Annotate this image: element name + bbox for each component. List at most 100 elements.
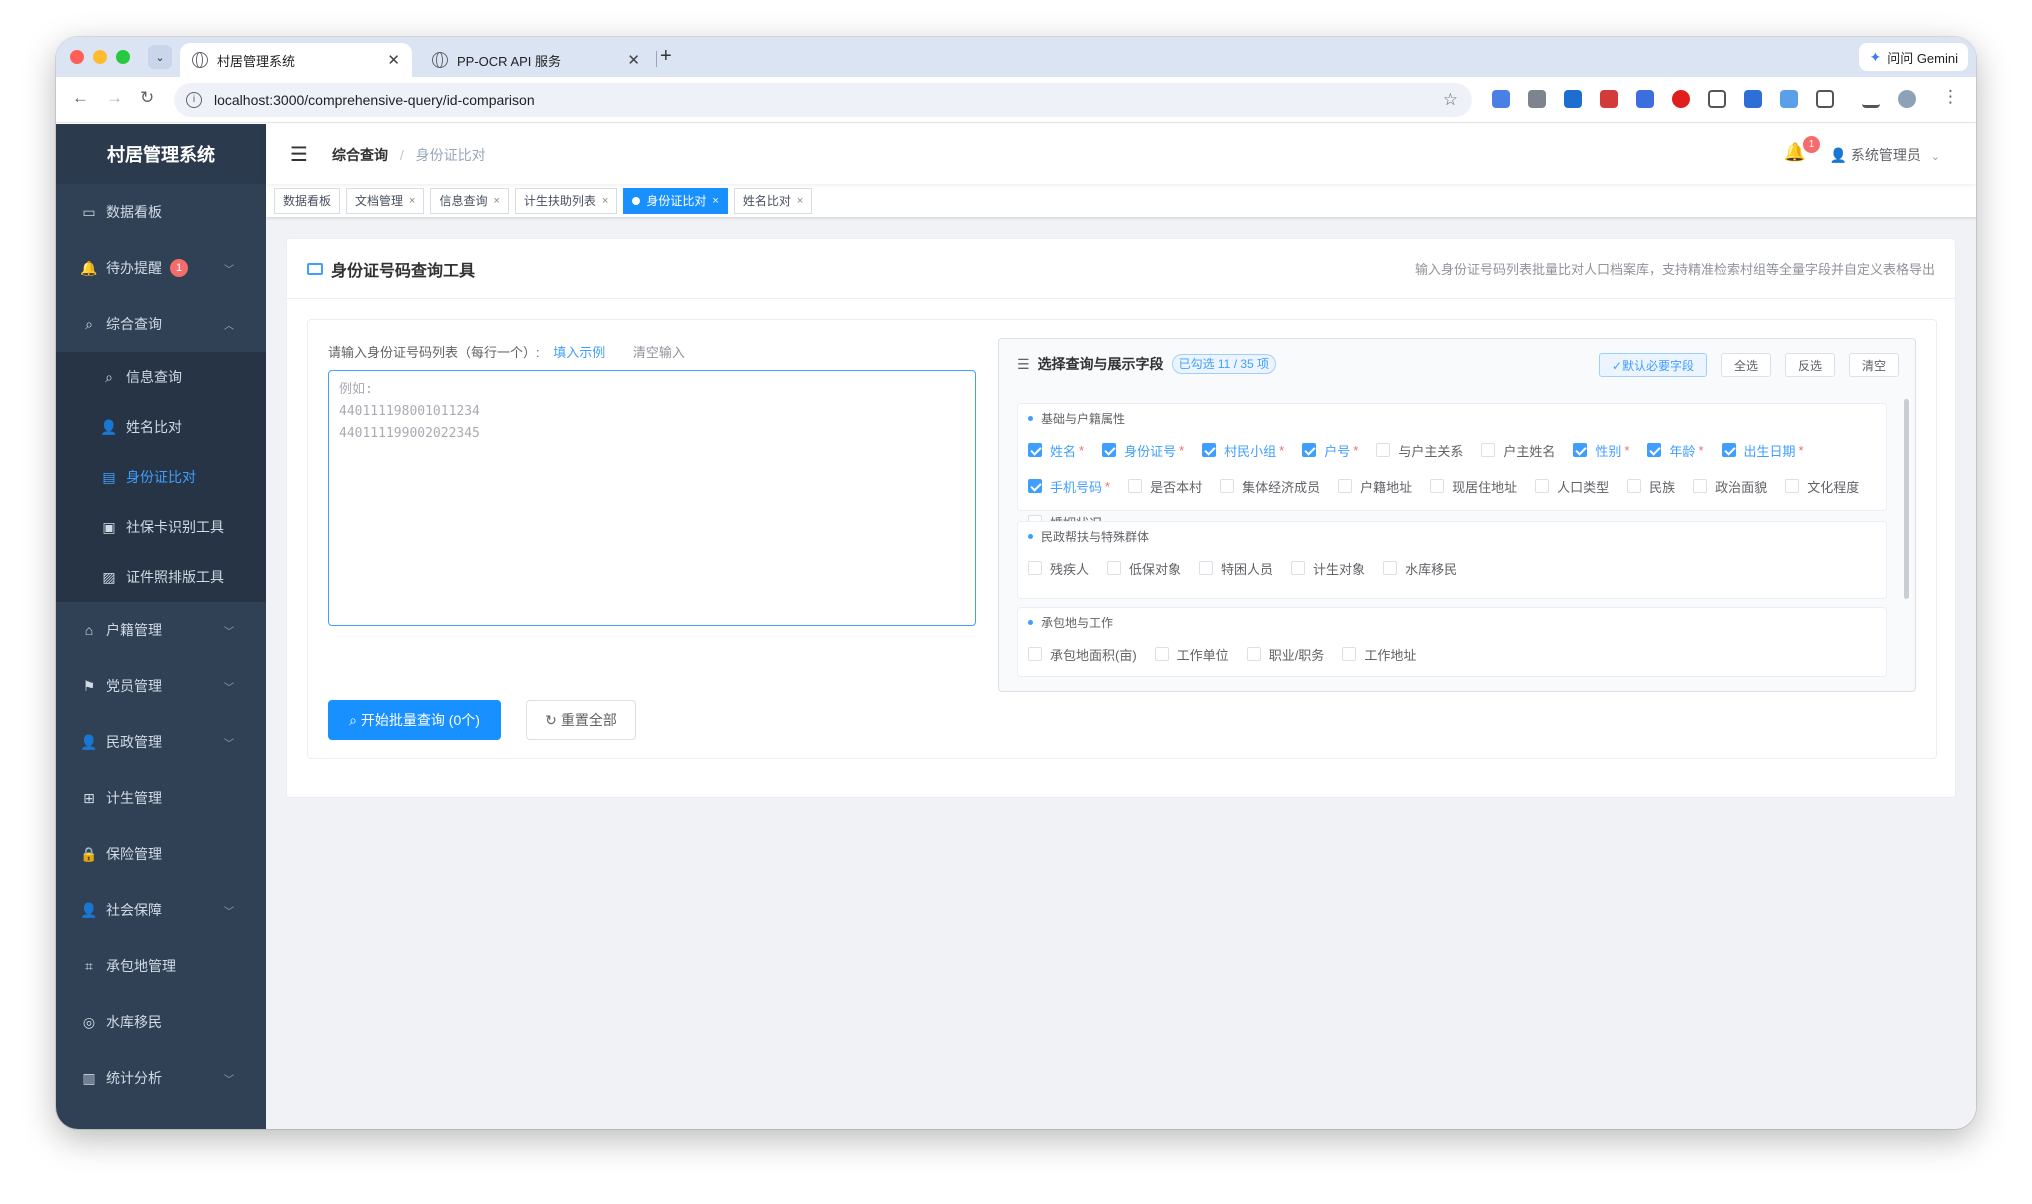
field-checkbox[interactable]: 人口类型 — [1535, 468, 1609, 504]
checkbox-empty-icon[interactable] — [1291, 561, 1306, 575]
field-checkbox[interactable]: 姓名 * — [1028, 432, 1084, 468]
invert-selection-button[interactable]: 反选 — [1784, 353, 1835, 377]
field-checkbox[interactable]: 文化程度 — [1785, 468, 1859, 504]
sidebar-item[interactable]: ▤ 身份证比对 — [56, 452, 266, 502]
clear-input-link[interactable]: 清空输入 — [633, 345, 685, 360]
close-icon[interactable]: × — [493, 195, 499, 207]
scrollbar-thumb[interactable] — [1904, 399, 1909, 599]
tab-search-button[interactable]: ⌄ — [148, 45, 172, 69]
field-checkbox[interactable]: 残疾人 — [1028, 550, 1089, 586]
site-info-icon[interactable]: i — [186, 92, 202, 108]
field-checkbox[interactable]: 政治面貌 — [1693, 468, 1767, 504]
field-checkbox[interactable]: 与户主关系 — [1376, 432, 1463, 468]
new-tab-button[interactable]: + — [660, 45, 672, 68]
hamburger-icon[interactable]: ☰ — [290, 142, 308, 167]
start-query-button[interactable]: ⌕ 开始批量查询 (0个) — [328, 700, 501, 740]
notification-bell-icon[interactable]: 🔔 1 — [1784, 136, 1820, 163]
close-icon[interactable]: × — [602, 195, 608, 207]
bookmark-star-icon[interactable]: ☆ — [1443, 90, 1458, 110]
sidebar-item[interactable]: ⌂ 户籍管理 ﹀ — [56, 602, 266, 658]
clear-selection-button[interactable]: 清空 — [1848, 353, 1899, 377]
checkbox-empty-icon[interactable] — [1376, 443, 1391, 457]
forward-arrow-icon[interactable]: → — [106, 88, 123, 108]
sidebar-item[interactable]: 🔔 待办提醒 1 ﹀ — [56, 240, 266, 296]
fill-example-link[interactable]: 填入示例 — [553, 345, 605, 360]
field-checkbox[interactable]: 户主姓名 — [1481, 432, 1555, 468]
field-checkbox[interactable]: 工作地址 — [1342, 636, 1416, 672]
checkbox-empty-icon[interactable] — [1028, 561, 1042, 575]
checkbox-checked-icon[interactable] — [1302, 443, 1317, 457]
checkbox-empty-icon[interactable] — [1535, 479, 1550, 493]
checkbox-checked-icon[interactable] — [1102, 443, 1117, 457]
checkbox-checked-icon[interactable] — [1573, 443, 1588, 457]
field-checkbox[interactable]: 水库移民 — [1383, 550, 1457, 586]
extension-icon[interactable] — [1744, 90, 1762, 108]
field-checkbox[interactable]: 特困人员 — [1199, 550, 1273, 586]
checkbox-empty-icon[interactable] — [1785, 479, 1800, 493]
tag-item[interactable]: 数据看板 — [274, 187, 341, 214]
select-all-button[interactable]: 全选 — [1720, 353, 1771, 377]
tag-item[interactable]: 文档管理 × — [346, 187, 425, 214]
extension-icon[interactable] — [1528, 90, 1546, 108]
translate-extension-icon[interactable] — [1492, 90, 1510, 108]
checkbox-empty-icon[interactable] — [1246, 647, 1261, 661]
field-checkbox[interactable]: 性别 * — [1573, 432, 1629, 468]
field-checkbox[interactable]: 出生日期 * — [1721, 432, 1804, 468]
screenshot-extension-icon[interactable] — [1708, 90, 1726, 108]
field-checkbox[interactable]: 是否本村 — [1128, 468, 1202, 504]
close-window-button[interactable] — [70, 50, 84, 64]
minimize-window-button[interactable] — [93, 50, 107, 64]
download-icon[interactable] — [1862, 90, 1880, 108]
checkbox-empty-icon[interactable] — [1342, 647, 1357, 661]
tag-item[interactable]: 姓名比对 × — [733, 187, 813, 214]
checkbox-empty-icon[interactable] — [1627, 479, 1642, 493]
checkbox-empty-icon[interactable] — [1693, 479, 1708, 493]
field-checkbox[interactable]: 村民小组 * — [1202, 432, 1284, 468]
sidebar-item[interactable]: ◎ 水库移民 — [56, 994, 266, 1050]
breadcrumb-item[interactable]: 综合查询 — [332, 147, 388, 163]
default-fields-button[interactable]: ✓默认必要字段 — [1598, 353, 1707, 377]
checkbox-empty-icon[interactable] — [1199, 561, 1214, 575]
checkbox-empty-icon[interactable] — [1220, 479, 1235, 493]
field-checkbox[interactable]: 低保对象 — [1107, 550, 1181, 586]
sidebar-item[interactable]: ▨ 证件照排版工具 — [56, 552, 266, 602]
profile-avatar[interactable] — [1898, 90, 1916, 108]
gemini-button[interactable]: ✦ 问问 Gemini — [1859, 43, 1968, 71]
extension-icon[interactable] — [1780, 90, 1798, 108]
checkbox-empty-icon[interactable] — [1481, 443, 1496, 457]
browser-tab-active[interactable]: 村居管理系统 ✕ — [180, 43, 412, 77]
field-checkbox[interactable]: 户籍地址 — [1338, 468, 1412, 504]
browser-menu-icon[interactable]: ⋮ — [1942, 87, 1959, 107]
field-checkbox[interactable]: 手机号码 * — [1028, 468, 1110, 504]
address-bar[interactable]: i localhost:3000/comprehensive-query/id-… — [174, 83, 1472, 117]
close-icon[interactable]: × — [712, 195, 718, 207]
sidebar-item[interactable]: ▭ 数据看板 — [56, 184, 266, 240]
checkbox-empty-icon[interactable] — [1383, 561, 1398, 575]
tag-item[interactable]: 身份证比对 × — [623, 187, 728, 214]
sidebar-item[interactable]: 👤 民政管理 ﹀ — [56, 714, 266, 770]
sidebar-item[interactable]: ⚑ 党员管理 ﹀ — [56, 658, 266, 714]
field-checkbox[interactable]: 计生对象 — [1291, 550, 1365, 586]
close-icon[interactable]: × — [409, 195, 415, 207]
field-checkbox[interactable]: 民族 — [1627, 468, 1675, 504]
checkbox-empty-icon[interactable] — [1128, 479, 1143, 493]
zoom-window-button[interactable] — [116, 50, 130, 64]
checkbox-empty-icon[interactable] — [1107, 561, 1122, 575]
sidebar-item[interactable]: ⌕ 信息查询 — [56, 352, 266, 402]
sidebar-item[interactable]: 🔒 保险管理 — [56, 826, 266, 882]
tag-item[interactable]: 信息查询 × — [430, 187, 509, 214]
extension-icon[interactable] — [1564, 90, 1582, 108]
field-checkbox[interactable]: 身份证号 * — [1102, 432, 1184, 468]
checkbox-checked-icon[interactable] — [1647, 443, 1662, 457]
id-list-textarea[interactable]: 例如: 440111198001011234 44011119900202234… — [328, 370, 976, 626]
back-arrow-icon[interactable]: ← — [72, 88, 89, 108]
sidebar-item[interactable]: 👤 姓名比对 — [56, 402, 266, 452]
field-checkbox[interactable]: 集体经济成员 — [1220, 468, 1320, 504]
sidebar-item[interactable]: 👤 社会保障 ﹀ — [56, 882, 266, 938]
checkbox-empty-icon[interactable] — [1430, 479, 1445, 493]
sidebar-item[interactable]: ⌗ 承包地管理 — [56, 938, 266, 994]
field-checkbox[interactable]: 户号 * — [1302, 432, 1358, 468]
field-checkbox[interactable]: 职业/职务 — [1246, 636, 1324, 672]
browser-tab[interactable]: PP-OCR API 服务 ✕ — [420, 43, 652, 77]
sidebar-item[interactable]: ▣ 社保卡识别工具 — [56, 502, 266, 552]
